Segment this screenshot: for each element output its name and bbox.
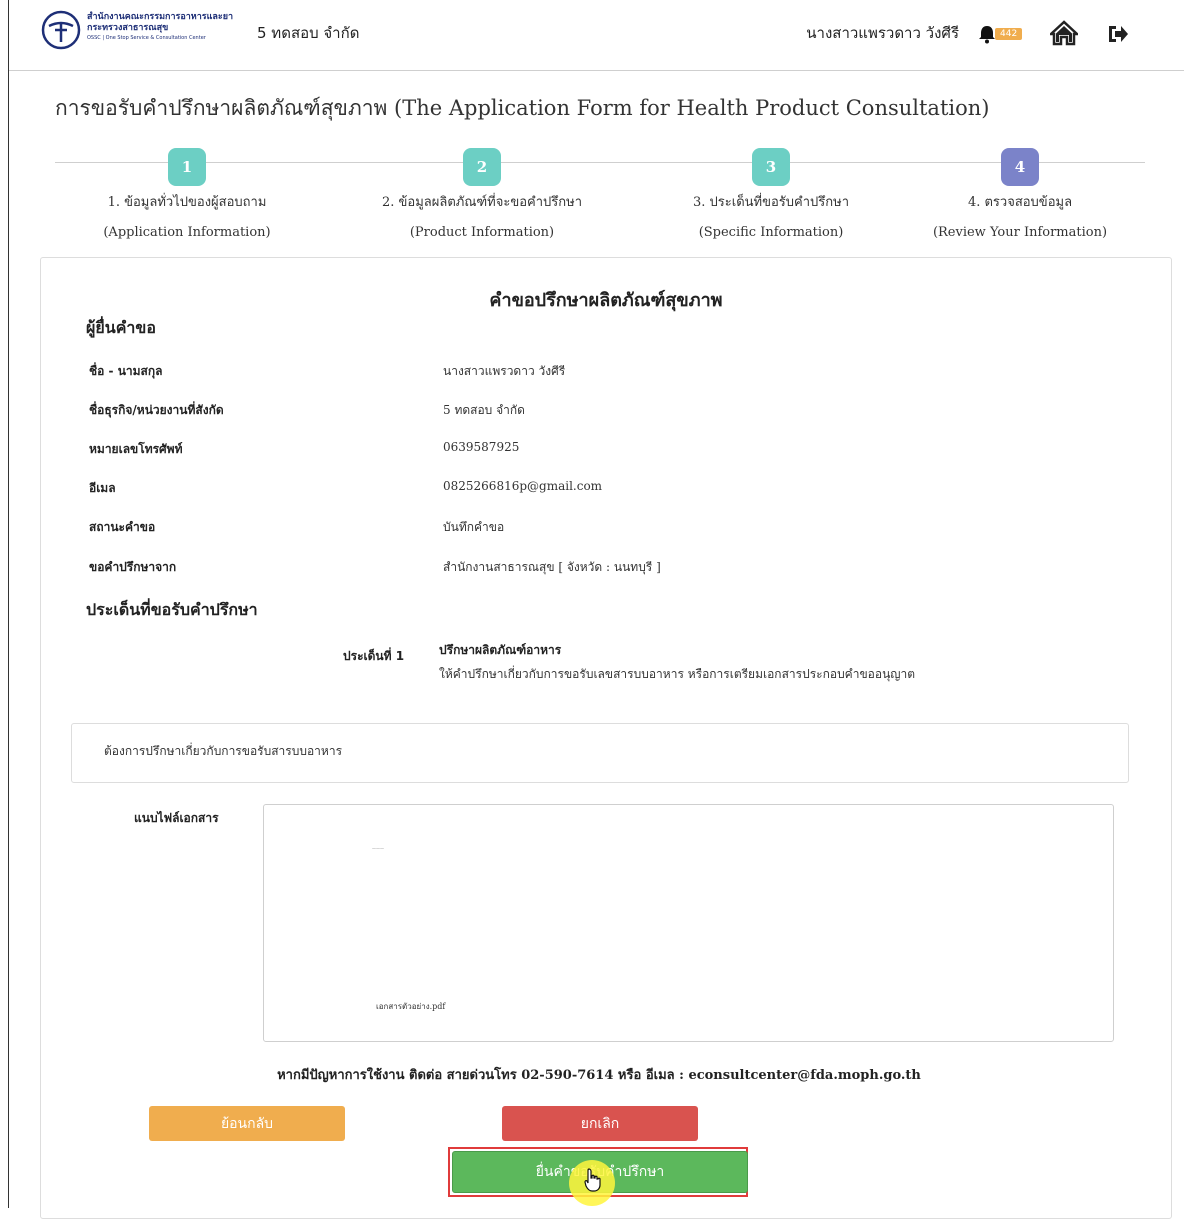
step-2[interactable]: 2 2. ข้อมูลผลิตภัณฑ์ที่จะขอคำปรึกษา (Pro… <box>342 148 622 241</box>
value-status: บันทึกคำขอ <box>443 520 505 534</box>
pdf-thumbnail-icon: ——— <box>372 845 384 850</box>
consult-detail-text: ต้องการปรึกษาเกี่ยวกับการขอรับสารบบอาหาร <box>104 744 343 758</box>
step-label: 2. ข้อมูลผลิตภัณฑ์ที่จะขอคำปรึกษา <box>381 195 583 210</box>
logo-text: สำนักงานคณะกรรมการอาหารและยา กระทรวงสาธา… <box>87 12 277 43</box>
form-title: คำขอปรึกษาผลิตภัณฑ์สุขภาพ <box>489 290 723 311</box>
step-sublabel: (Review Your Information) <box>932 225 1108 240</box>
topic-description: ให้คำปรึกษาเกี่ยวกับการขอรับเลขสารบบอาหา… <box>439 667 916 681</box>
company-name: 5 ทดสอบ จำกัด <box>257 24 360 42</box>
label-phone: หมายเลขโทรศัพท์ <box>89 442 183 456</box>
topic-label: ประเด็นที่ 1 <box>343 649 405 663</box>
topic-title: ปรึกษาผลิตภัณฑ์อาหาร <box>439 643 562 657</box>
step-4[interactable]: 4 4. ตรวจสอบข้อมูล (Review Your Informat… <box>880 148 1160 241</box>
step-number-badge: 3 <box>752 148 790 186</box>
attachment-preview[interactable]: ——— เอกสารตัวอย่าง.pdf <box>263 804 1114 1042</box>
step-label: 4. ตรวจสอบข้อมูล <box>967 195 1073 210</box>
attachment-filename[interactable]: เอกสารตัวอย่าง.pdf <box>376 1000 445 1013</box>
label-organization: ชื่อธุรกิจ/หน่วยงานที่สังกัด <box>89 403 224 417</box>
step-number-badge: 2 <box>463 148 501 186</box>
logout-icon[interactable] <box>1107 24 1129 44</box>
bell-icon[interactable] <box>977 24 997 44</box>
step-number-badge: 4 <box>1001 148 1039 186</box>
value-organization: 5 ทดสอบ จำกัด <box>443 403 525 417</box>
label-status: สถานะคำขอ <box>89 520 156 534</box>
home-icon[interactable] <box>1050 20 1078 46</box>
step-sublabel: (Application Information) <box>103 225 271 240</box>
label-full-name: ชื่อ - นามสกุล <box>89 364 163 378</box>
applicant-heading: ผู้ยื่นคำขอ <box>86 318 156 337</box>
cancel-button[interactable]: ยกเลิก <box>502 1106 698 1141</box>
user-name[interactable]: นางสาวแพรวดาว วังศีรี <box>806 21 959 45</box>
step-sublabel: (Specific Information) <box>698 225 844 240</box>
top-navbar: สำนักงานคณะกรรมการอาหารและยา กระทรวงสาธา… <box>9 0 1184 71</box>
review-panel: คำขอปรึกษาผลิตภัณฑ์สุขภาพ ผู้ยื่นคำขอ ชื… <box>40 257 1172 1219</box>
hand-cursor-icon <box>584 1168 601 1192</box>
step-label: 1. ข้อมูลทั่วไปของผู้สอบถาม <box>107 195 267 210</box>
fda-logo-icon <box>41 10 81 50</box>
label-email: อีเมล <box>89 481 116 495</box>
back-button[interactable]: ย้อนกลับ <box>149 1106 345 1141</box>
logo-ministry-name: กระทรวงสาธารณสุข <box>87 23 169 33</box>
value-consult-from: สำนักงานสาธารณสุข [ จังหวัด : นนทบุรี ] <box>443 560 661 574</box>
notification-count-badge[interactable]: 442 <box>995 28 1023 40</box>
value-phone: 0639587925 <box>443 440 520 454</box>
logo-ossc-name: OSSC | One Stop Service & Consultation C… <box>87 35 206 41</box>
value-email: 0825266816p@gmail.com <box>443 479 603 493</box>
step-label: 3. ประเด็นที่ขอรับคำปรึกษา <box>693 195 849 210</box>
page-title: การขอรับคำปรึกษาผลิตภัณฑ์สุขภาพ (The App… <box>55 96 990 120</box>
page-frame: สำนักงานคณะกรรมการอาหารและยา กระทรวงสาธา… <box>8 0 1184 1219</box>
consult-detail-box: ต้องการปรึกษาเกี่ยวกับการขอรับสารบบอาหาร <box>71 723 1129 783</box>
step-sublabel: (Product Information) <box>409 225 555 240</box>
step-1[interactable]: 1 1. ข้อมูลทั่วไปของผู้สอบถาม (Applicati… <box>47 148 327 241</box>
help-contact-text: หากมีปัญหาการใช้งาน ติดต่อ สายด่วนโทร 02… <box>277 1068 921 1083</box>
logo-agency-name: สำนักงานคณะกรรมการอาหารและยา <box>87 12 234 22</box>
value-full-name: นางสาวแพรวดาว วังศีรี <box>443 364 566 378</box>
topics-heading: ประเด็นที่ขอรับคำปรึกษา <box>86 600 258 619</box>
step-number-badge: 1 <box>168 148 206 186</box>
attachment-label: แนบไฟล์เอกสาร <box>134 811 219 825</box>
step-3[interactable]: 3 3. ประเด็นที่ขอรับคำปรึกษา (Specific I… <box>631 148 911 241</box>
label-consult-from: ขอคำปรึกษาจาก <box>89 560 177 574</box>
